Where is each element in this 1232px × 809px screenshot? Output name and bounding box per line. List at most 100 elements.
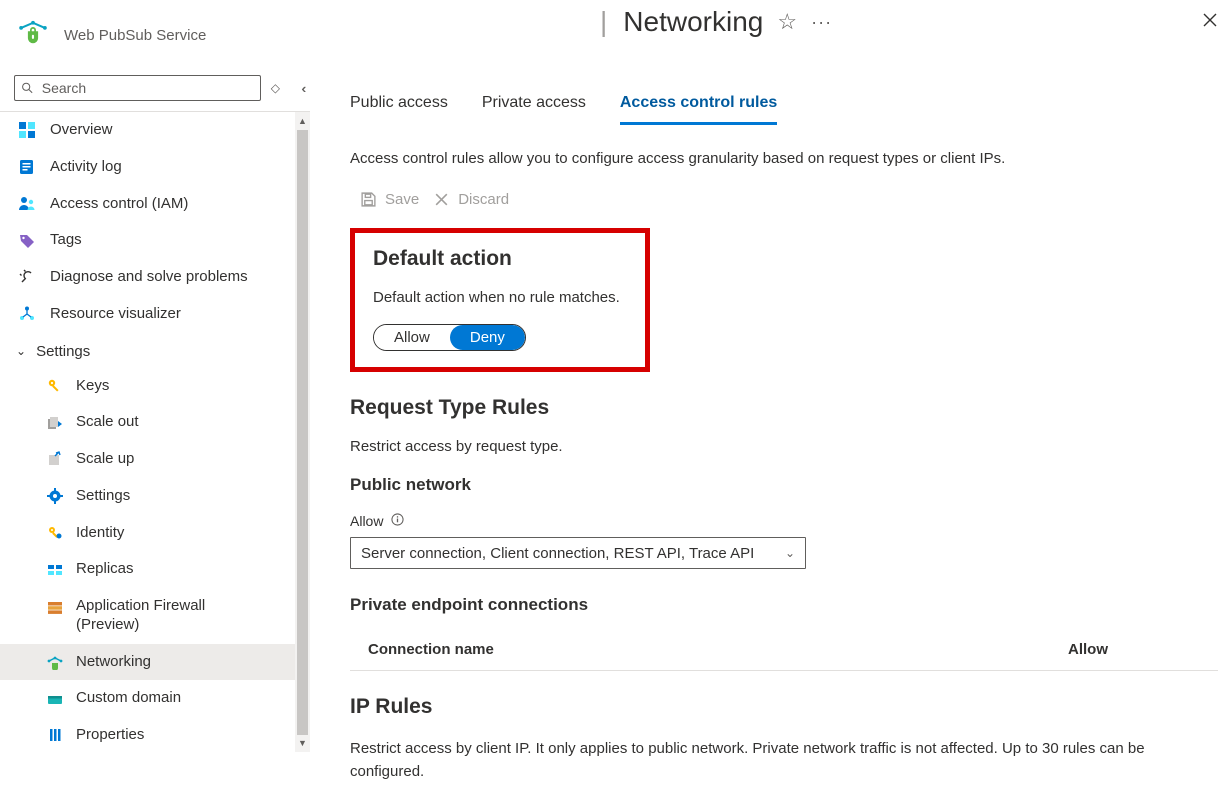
sidebar-section-label: Settings xyxy=(36,343,90,360)
scroll-up-icon[interactable]: ▲ xyxy=(295,112,310,130)
close-blade-button[interactable] xyxy=(1202,11,1218,34)
tab-private-access[interactable]: Private access xyxy=(482,94,586,125)
scroll-down-icon[interactable]: ▼ xyxy=(295,734,310,752)
networking-tabs: Public access Private access Access cont… xyxy=(350,94,1218,126)
private-endpoint-table-header: Connection name Allow xyxy=(350,629,1218,671)
discard-button[interactable]: Discard xyxy=(433,191,509,208)
brand: Web PubSub Service xyxy=(0,6,310,75)
sidebar-item-app-firewall[interactable]: Application Firewall (Preview) xyxy=(0,588,310,644)
sidebar-item-networking[interactable]: Networking xyxy=(0,644,310,681)
default-action-highlight: Default action Default action when no ru… xyxy=(350,228,650,372)
search-icon xyxy=(21,81,34,95)
scale-up-icon xyxy=(46,450,64,468)
replicas-icon xyxy=(46,561,64,579)
search-input[interactable] xyxy=(42,80,254,96)
brand-label: Web PubSub Service xyxy=(64,27,206,44)
sidebar-item-label: Scale out xyxy=(76,413,139,432)
ip-rules-heading: IP Rules xyxy=(350,695,1218,719)
sidebar-item-scale-up[interactable]: Scale up xyxy=(0,441,310,478)
sidebar-item-properties[interactable]: Properties xyxy=(0,717,310,754)
tab-public-access[interactable]: Public access xyxy=(350,94,448,125)
iam-icon xyxy=(18,195,36,213)
info-icon[interactable] xyxy=(391,513,404,529)
sidebar-item-keys[interactable]: Keys xyxy=(0,368,310,405)
chevron-down-icon: ⌄ xyxy=(16,344,26,358)
toggle-deny[interactable]: Deny xyxy=(450,325,525,350)
sidebar-item-activity-log[interactable]: Activity log xyxy=(0,149,310,186)
ip-rules-description: Restrict access by client IP. It only ap… xyxy=(350,737,1218,784)
sidebar-item-custom-domain[interactable]: Custom domain xyxy=(0,680,310,717)
save-label: Save xyxy=(385,191,419,208)
sidebar-item-iam[interactable]: Access control (IAM) xyxy=(0,186,310,223)
sidebar: Web PubSub Service ◇ ‹‹ Overview Activit… xyxy=(0,0,310,809)
tags-icon xyxy=(18,232,36,250)
diagnose-icon xyxy=(18,268,36,286)
web-pubsub-icon xyxy=(16,16,50,55)
default-action-toggle: Allow Deny xyxy=(373,324,526,351)
sidebar-item-resource-visualizer[interactable]: Resource visualizer xyxy=(0,296,310,333)
sidebar-item-label: Overview xyxy=(50,121,113,140)
public-network-label: Public network xyxy=(350,475,1218,495)
custom-domain-icon xyxy=(46,690,64,708)
default-action-description: Default action when no rule matches. xyxy=(373,289,627,306)
discard-icon xyxy=(433,191,450,208)
sidebar-item-overview[interactable]: Overview xyxy=(0,112,310,149)
sidebar-scrollbar[interactable]: ▲ ▼ xyxy=(295,112,310,752)
search-input-wrapper[interactable] xyxy=(14,75,261,101)
column-allow: Allow xyxy=(1068,641,1108,658)
sidebar-item-label: Access control (IAM) xyxy=(50,195,188,214)
private-endpoint-label: Private endpoint connections xyxy=(350,595,1218,615)
networking-icon xyxy=(46,653,64,671)
request-type-rules-description: Restrict access by request type. xyxy=(350,438,1218,455)
sidebar-item-label: Networking xyxy=(76,653,151,672)
sidebar-item-label: Resource visualizer xyxy=(50,305,181,324)
sidebar-item-diagnose[interactable]: Diagnose and solve problems xyxy=(0,259,310,296)
close-icon xyxy=(1202,12,1218,28)
activity-log-icon xyxy=(18,158,36,176)
sidebar-item-settings[interactable]: Settings xyxy=(0,478,310,515)
save-icon xyxy=(360,191,377,208)
sidebar-item-label: Diagnose and solve problems xyxy=(50,268,248,287)
overview-icon xyxy=(18,121,36,139)
default-action-heading: Default action xyxy=(373,247,627,271)
firewall-icon xyxy=(46,599,64,617)
sidebar-item-label: Properties xyxy=(76,726,144,745)
sidebar-item-tags[interactable]: Tags xyxy=(0,222,310,259)
scale-out-icon xyxy=(46,414,64,432)
settings-gear-icon xyxy=(46,487,64,505)
visualizer-icon xyxy=(18,305,36,323)
tab-access-control-rules[interactable]: Access control rules xyxy=(620,94,777,125)
sidebar-item-label: Tags xyxy=(50,231,82,250)
blade-separator: | xyxy=(600,6,607,38)
allow-label: Allow xyxy=(350,513,383,529)
toggle-allow[interactable]: Allow xyxy=(374,325,450,350)
sidebar-item-label: Scale up xyxy=(76,450,134,469)
sidebar-item-replicas[interactable]: Replicas xyxy=(0,551,310,588)
select-value: Server connection, Client connection, RE… xyxy=(361,545,754,562)
sidebar-item-label: Settings xyxy=(76,487,130,506)
acr-description: Access control rules allow you to config… xyxy=(350,150,1218,167)
more-actions-icon[interactable]: ··· xyxy=(811,12,832,33)
sidebar-item-label: Custom domain xyxy=(76,689,181,708)
sidebar-item-label: Replicas xyxy=(76,560,134,579)
search-expand-icon[interactable]: ◇ xyxy=(271,81,280,95)
keys-icon xyxy=(46,377,64,395)
request-type-rules-heading: Request Type Rules xyxy=(350,396,1218,420)
sidebar-section-settings[interactable]: ⌄ Settings xyxy=(0,333,310,368)
favorite-star-icon[interactable]: ☆ xyxy=(777,9,797,35)
properties-icon xyxy=(46,726,64,744)
save-button[interactable]: Save xyxy=(360,191,419,208)
allow-request-types-select[interactable]: Server connection, Client connection, RE… xyxy=(350,537,806,569)
sidebar-item-label: Activity log xyxy=(50,158,122,177)
sidebar-item-label: Keys xyxy=(76,377,109,396)
scrollbar-thumb[interactable] xyxy=(297,130,308,735)
blade-header: | Networking ☆ ··· xyxy=(600,6,1218,42)
discard-label: Discard xyxy=(458,191,509,208)
sidebar-item-identity[interactable]: Identity xyxy=(0,515,310,552)
toolbar: Save Discard xyxy=(350,191,1218,208)
sidebar-item-scale-out[interactable]: Scale out xyxy=(0,404,310,441)
column-connection-name: Connection name xyxy=(368,641,768,658)
blade-title: Networking xyxy=(623,6,763,38)
sidebar-item-label: Identity xyxy=(76,524,124,543)
sidebar-item-label: Application Firewall (Preview) xyxy=(76,597,226,635)
